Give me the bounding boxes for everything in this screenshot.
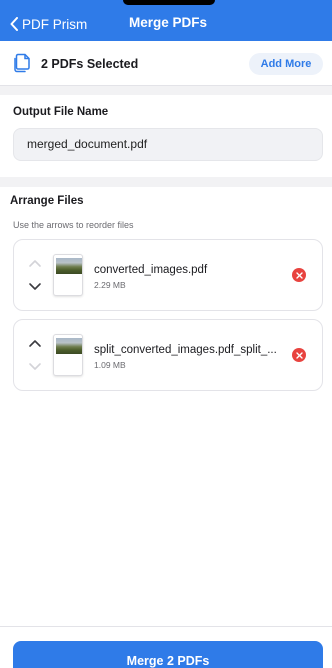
file-row: converted_images.pdf 2.29 MB (13, 239, 323, 311)
pdf-thumbnail (53, 334, 83, 376)
output-filename-input[interactable]: merged_document.pdf (13, 128, 323, 161)
chevron-up-icon[interactable] (28, 258, 42, 268)
thumbnail-image (56, 258, 82, 274)
file-size: 2.29 MB (94, 280, 126, 290)
close-icon (295, 271, 303, 279)
selected-count: 2 PDFs Selected (41, 57, 139, 71)
file-name: split_converted_images.pdf_split_... (94, 344, 277, 356)
pdf-thumbnail (53, 254, 83, 296)
chevron-down-icon[interactable] (28, 362, 42, 372)
navigation-bar: PDF Prism Merge PDFs (0, 0, 332, 41)
close-icon (295, 351, 303, 359)
add-more-button[interactable]: Add More (249, 53, 323, 75)
thumbnail-image (56, 338, 82, 354)
remove-file-button[interactable] (292, 268, 306, 282)
documents-icon (14, 53, 30, 73)
remove-file-button[interactable] (292, 348, 306, 362)
merge-button[interactable]: Merge 2 PDFs (13, 641, 323, 668)
file-row: split_converted_images.pdf_split_... 1.0… (13, 319, 323, 391)
output-label: Output File Name (13, 106, 109, 118)
device-notch (123, 0, 215, 5)
output-section: Output File Name merged_document.pdf (0, 95, 332, 177)
chevron-down-icon[interactable] (28, 282, 42, 292)
arrange-title: Arrange Files (10, 195, 84, 207)
arrange-section: Arrange Files Use the arrows to reorder … (0, 187, 332, 626)
page-title: Merge PDFs (128, 15, 208, 30)
selection-bar: 2 PDFs Selected Add More (0, 41, 332, 86)
file-name: converted_images.pdf (94, 264, 208, 276)
arrange-hint: Use the arrows to reorder files (13, 220, 134, 230)
file-size: 1.09 MB (94, 360, 126, 370)
bottom-bar: Merge 2 PDFs (0, 626, 332, 668)
chevron-up-icon[interactable] (28, 338, 42, 348)
